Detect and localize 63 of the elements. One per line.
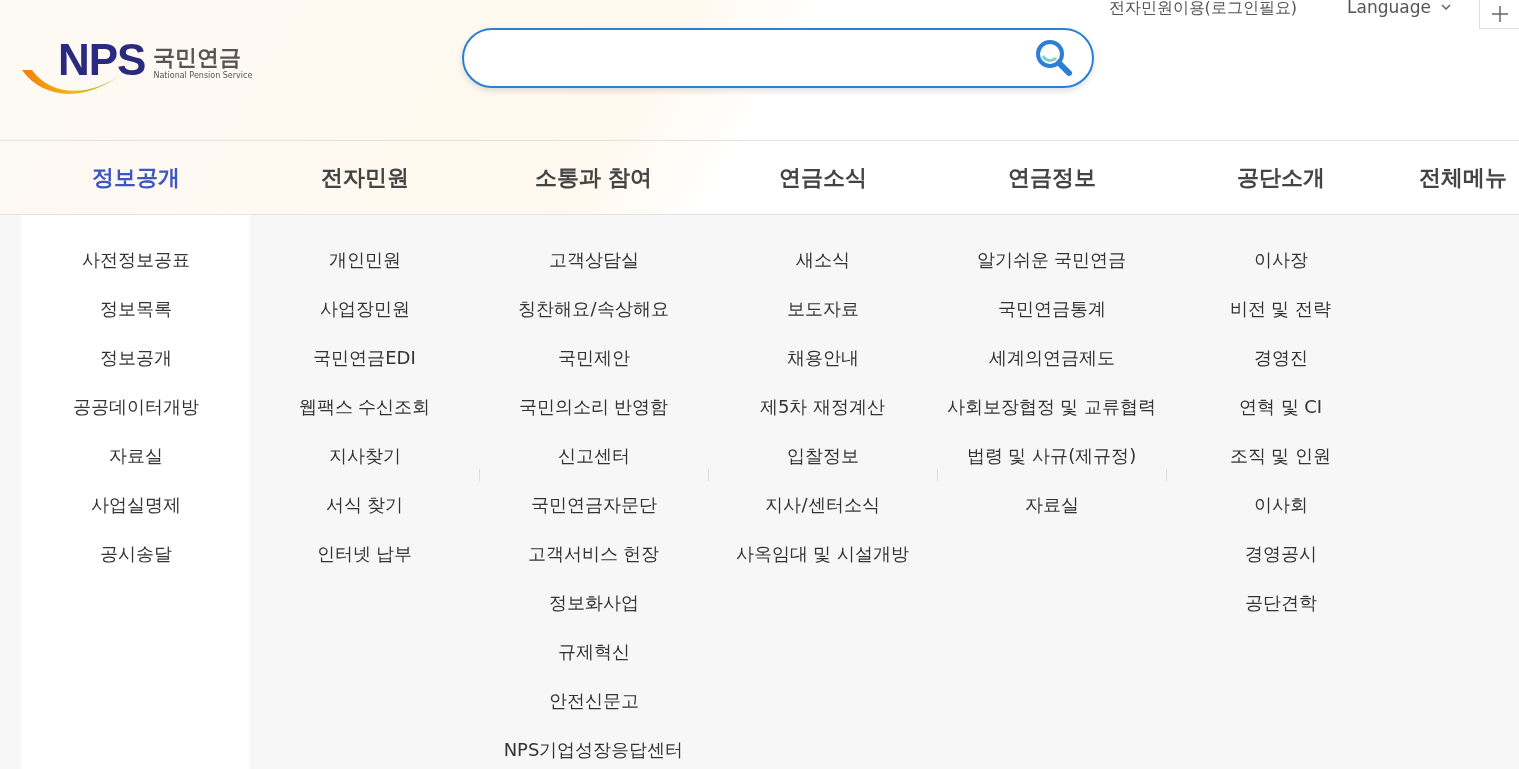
menu-item[interactable]: NPS기업성장응답센터	[503, 736, 684, 764]
menu-item[interactable]: 국민연금자문단	[530, 491, 657, 519]
menu-item[interactable]: 정보화사업	[548, 589, 639, 617]
plus-button[interactable]	[1479, 0, 1519, 29]
menu-item[interactable]: 비전 및 전략	[1229, 295, 1332, 323]
menu-item[interactable]: 조직 및 인원	[1229, 442, 1332, 470]
menu-item[interactable]: 법령 및 사규(제규정)	[966, 442, 1137, 470]
menu-item[interactable]: 국민연금EDI	[313, 344, 416, 372]
menu-item[interactable]: 세계의연금제도	[988, 344, 1115, 372]
menu-item[interactable]: 지사찾기	[328, 442, 401, 470]
menu-item[interactable]: 안전신문고	[548, 687, 639, 715]
nav-tab[interactable]: 공단소개	[1166, 162, 1395, 193]
menu-item[interactable]: 인터넷 납부	[316, 540, 413, 568]
menu-item[interactable]: 경영공시	[1244, 540, 1317, 568]
civil-service-link[interactable]: 전자민원이용(로그인필요)	[1108, 0, 1298, 19]
menu-item[interactable]: 사회보장협정 및 교류협력	[946, 393, 1157, 421]
logo-subtitle: National Pension Service	[153, 70, 253, 80]
all-menu-link[interactable]: 전체메뉴	[1419, 162, 1507, 193]
menu-item[interactable]: 이사장	[1253, 246, 1308, 274]
menu-item[interactable]: 보도자료	[786, 295, 859, 323]
menu-item[interactable]: 연혁 및 CI	[1238, 393, 1323, 421]
menu-item[interactable]: 공공데이터개방	[72, 393, 199, 421]
nav-tab[interactable]: 연금정보	[937, 162, 1166, 193]
menu-item[interactable]: 공단견학	[1244, 589, 1317, 617]
menu-item[interactable]: 알기쉬운 국민연금	[976, 246, 1127, 274]
menu-item[interactable]: 국민연금통계	[997, 295, 1106, 323]
menu-item[interactable]: 국민제안	[557, 344, 630, 372]
nav-tab[interactable]: 소통과 참여	[479, 162, 708, 193]
language-button[interactable]: Language	[1347, 0, 1451, 17]
menu-item[interactable]: 개인민원	[328, 246, 401, 274]
chevron-down-icon	[1441, 4, 1451, 10]
menu-item[interactable]: 사옥임대 및 시설개방	[735, 540, 910, 568]
menu-item[interactable]: 웹팩스 수신조회	[298, 393, 431, 421]
menu-item[interactable]: 자료실	[108, 442, 163, 470]
logo-name: 국민연금	[153, 44, 243, 71]
menu-item[interactable]: 새소식	[795, 246, 850, 274]
menu-item[interactable]: 제5차 재정계산	[759, 393, 886, 421]
menu-item[interactable]: 정보목록	[99, 295, 172, 323]
menu-item[interactable]: 신고센터	[557, 442, 630, 470]
nav-tab[interactable]: 연금소식	[708, 162, 937, 193]
menu-item[interactable]: 이사회	[1253, 491, 1308, 519]
menu-item[interactable]: 서식 찾기	[325, 491, 404, 519]
plus-icon	[1490, 5, 1509, 23]
menu-item[interactable]: 정보공개	[99, 344, 172, 372]
menu-item[interactable]: 규제혁신	[557, 638, 630, 666]
menu-item[interactable]: 입찰정보	[786, 442, 859, 470]
nav-tab[interactable]: 정보공개	[21, 162, 250, 193]
menu-item[interactable]: 사업실명제	[90, 491, 181, 519]
search-field[interactable]	[462, 28, 1094, 88]
menu-item[interactable]: 고객서비스 헌장	[527, 540, 660, 568]
search-icon[interactable]	[1034, 38, 1074, 78]
menu-item[interactable]: 자료실	[1024, 491, 1079, 519]
nav-tab[interactable]: 전자민원	[250, 162, 479, 193]
menu-item[interactable]: 고객상담실	[548, 246, 639, 274]
menu-item[interactable]: 지사/센터소식	[765, 491, 880, 519]
menu-item[interactable]: 국민의소리 반영함	[518, 393, 669, 421]
logo-mark: NPS	[22, 38, 146, 100]
menu-item[interactable]: 경영진	[1253, 344, 1308, 372]
menu-item[interactable]: 공시송달	[99, 540, 172, 568]
menu-item[interactable]: 사전정보공표	[81, 246, 190, 274]
menu-item[interactable]: 채용안내	[786, 344, 859, 372]
menu-item[interactable]: 칭찬해요/속상해요	[518, 295, 669, 323]
menu-item[interactable]: 사업장민원	[319, 295, 410, 323]
